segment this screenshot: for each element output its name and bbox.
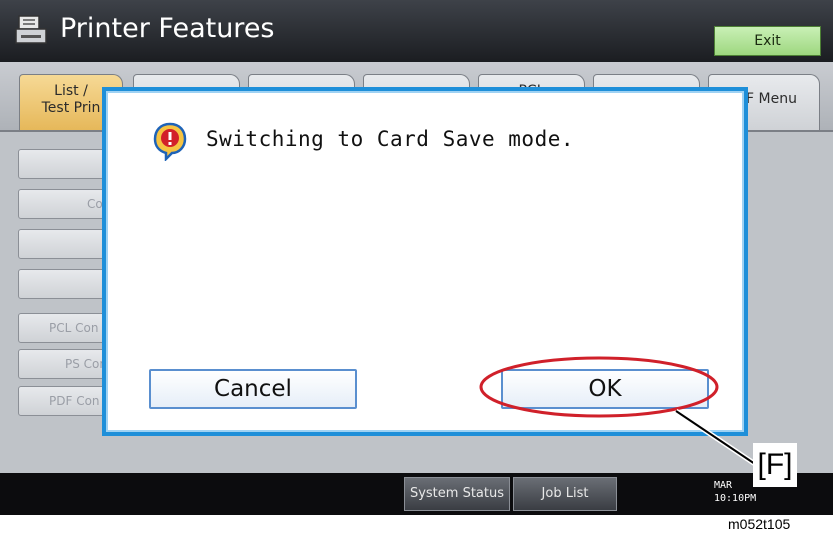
job-list-button[interactable]: Job List	[513, 477, 617, 511]
dialog-message: Switching to Card Save mode.	[206, 127, 575, 151]
clock-month: MAR	[714, 480, 733, 491]
bottom-bar: System Status Job List MAR 10:10PM	[0, 473, 833, 515]
callout-label-f: [F]	[753, 443, 797, 487]
title-bar: Printer Features Exit	[0, 0, 833, 62]
alert-icon	[153, 122, 187, 161]
page-title: Printer Features	[60, 13, 275, 44]
clock-time: 10:10PM	[714, 493, 757, 504]
cancel-button[interactable]: Cancel	[149, 369, 357, 409]
system-status-button[interactable]: System Status	[404, 477, 510, 511]
exit-button[interactable]: Exit	[714, 26, 821, 56]
clock-display: MAR 10:10PM	[714, 479, 756, 505]
printer-panel-screen: Printer Features Exit List / Test Prin P…	[0, 0, 833, 515]
ok-button[interactable]: OK	[501, 369, 709, 409]
confirmation-dialog: Switching to Card Save mode. Cancel OK	[102, 87, 748, 436]
printer-icon	[15, 15, 47, 44]
figure-id-caption: m052t105	[728, 516, 791, 532]
